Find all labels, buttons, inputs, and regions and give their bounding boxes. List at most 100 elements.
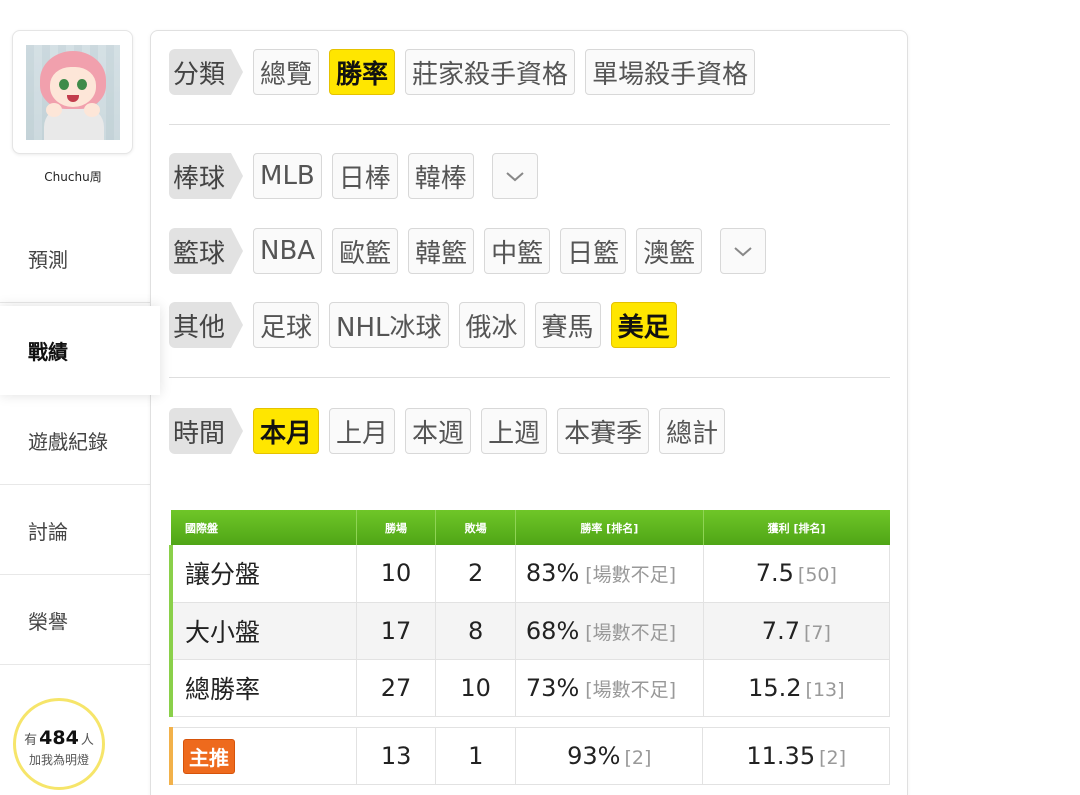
username[interactable]: Chuchu周	[0, 168, 146, 185]
filter-american-football[interactable]: 美足	[610, 302, 677, 348]
win-rate-cell: 93% [2]	[515, 727, 704, 785]
other-filter-row: 其他 足球 NHL冰球 俄冰 賽馬 美足	[169, 302, 677, 348]
filter-euro-basketball[interactable]: 歐籃	[332, 228, 399, 274]
sidebar-item-discussion[interactable]: 討論	[0, 486, 150, 575]
sidebar-item-honor[interactable]: 榮譽	[0, 576, 150, 665]
losses: 2	[435, 545, 516, 603]
avatar[interactable]	[26, 45, 120, 140]
filter-korea-basketball[interactable]: 韓籃	[408, 228, 475, 274]
time-tag: 時間	[169, 408, 244, 454]
main-pick-badge: 主推	[183, 738, 235, 774]
header-losses: 敗場	[435, 510, 516, 545]
basketball-filter-row: 籃球 NBA 歐籃 韓籃 中籃 日籃 澳籃	[169, 228, 767, 274]
main-pick-cell: 主推	[168, 727, 357, 785]
losses: 10	[435, 659, 516, 717]
wins: 17	[356, 602, 437, 660]
record-panel: 分類 總覽 勝率 莊家殺手資格 單場殺手資格 棒球 MLB 日棒 韓棒 籃球 N…	[150, 30, 908, 795]
market-name: 讓分盤	[168, 545, 357, 603]
header-wins: 勝場	[356, 510, 437, 545]
win-rate-cell: 73% [場數不足]	[515, 659, 704, 717]
profit-rank: [2]	[819, 747, 847, 769]
baseball-expand-button[interactable]	[491, 153, 538, 199]
market-name: 總勝率	[168, 659, 357, 717]
filter-china-basketball[interactable]: 中籃	[484, 228, 551, 274]
basketball-tag: 籃球	[169, 228, 244, 274]
filter-mlb[interactable]: MLB	[253, 153, 322, 199]
time-filter-row: 時間 本月 上月 本週 上週 本賽季 總計	[169, 408, 726, 454]
win-rate-note: [場數不足]	[585, 564, 677, 587]
wins: 13	[355, 727, 437, 785]
chevron-down-icon	[506, 172, 524, 182]
profit-cell: 11.35 [2]	[702, 727, 890, 785]
profit-cell: 15.2 [13]	[703, 659, 891, 717]
wins: 10	[356, 545, 437, 603]
divider	[169, 124, 890, 125]
win-rate: 73%	[525, 673, 580, 702]
table-row: 讓分盤 10 2 83% [場數不足] 7.5 [50]	[168, 545, 891, 603]
profit: 7.5	[755, 559, 794, 588]
fan-count: 484	[39, 727, 79, 749]
losses: 1	[435, 727, 517, 785]
filter-this-season[interactable]: 本賽季	[557, 408, 650, 454]
fan-prefix: 有	[24, 733, 38, 748]
header-profit: 獲利 [排名]	[703, 510, 890, 545]
filter-nba[interactable]: NBA	[253, 228, 323, 274]
profit-rank: [7]	[803, 621, 831, 644]
win-rate-rank: [2]	[624, 747, 652, 769]
chevron-down-icon	[734, 247, 752, 257]
table-row: 總勝率 27 10 73% [場數不足] 15.2 [13]	[168, 659, 891, 717]
fan-count-badge[interactable]: 有 484 人 加我為明燈	[13, 698, 105, 790]
filter-australia-basketball[interactable]: 澳籃	[636, 228, 703, 274]
filter-japan-basketball[interactable]: 日籃	[560, 228, 627, 274]
filter-soccer[interactable]: 足球	[253, 302, 320, 348]
sidebar-item-game-log[interactable]: 遊戲紀錄	[0, 396, 150, 485]
avatar-card[interactable]	[12, 30, 133, 154]
win-rate-note: [場數不足]	[585, 678, 677, 701]
filter-overview[interactable]: 總覽	[253, 49, 320, 95]
win-rate-note: [場數不足]	[585, 621, 677, 644]
table-header-row: 國際盤 勝場 敗場 勝率 [排名] 獲利 [排名]	[171, 510, 890, 545]
filter-win-rate[interactable]: 勝率	[329, 49, 396, 95]
table-row: 大小盤 17 8 68% [場數不足] 7.7 [7]	[168, 602, 891, 660]
win-rate: 93%	[567, 742, 621, 770]
sidebar-item-predict[interactable]: 預測	[0, 214, 150, 303]
filter-total[interactable]: 總計	[659, 408, 726, 454]
filter-kbo[interactable]: 韓棒	[407, 153, 474, 199]
category-filter-row: 分類 總覽 勝率 莊家殺手資格 單場殺手資格	[169, 49, 756, 95]
filter-nhl[interactable]: NHL冰球	[329, 302, 449, 348]
filter-last-week[interactable]: 上週	[481, 408, 548, 454]
filter-this-week[interactable]: 本週	[405, 408, 472, 454]
stats-table: 國際盤 勝場 敗場 勝率 [排名] 獲利 [排名] 讓分盤 10 2 83% [場…	[168, 510, 891, 717]
profit-rank: [50]	[797, 564, 837, 587]
header-market: 國際盤	[171, 510, 357, 545]
win-rate-cell: 68% [場數不足]	[515, 602, 704, 660]
win-rate-cell: 83% [場數不足]	[515, 545, 704, 603]
profit: 7.7	[761, 616, 800, 645]
filter-banker-killer[interactable]: 莊家殺手資格	[405, 49, 576, 95]
category-tag: 分類	[169, 49, 244, 95]
profit-cell: 7.5 [50]	[703, 545, 891, 603]
filter-single-killer[interactable]: 單場殺手資格	[585, 49, 756, 95]
win-rate: 68%	[525, 616, 580, 645]
sidebar-item-record[interactable]: 戰績	[0, 306, 160, 395]
baseball-tag: 棒球	[169, 153, 244, 199]
basketball-expand-button[interactable]	[720, 228, 767, 274]
divider	[169, 377, 890, 378]
header-win-rate: 勝率 [排名]	[515, 510, 704, 545]
filter-horse-racing[interactable]: 賽馬	[534, 302, 601, 348]
fan-suffix: 人	[80, 733, 94, 748]
fan-caption: 加我為明燈	[28, 753, 89, 767]
other-tag: 其他	[169, 302, 244, 348]
filter-this-month[interactable]: 本月	[253, 408, 320, 454]
profit: 15.2	[748, 673, 802, 702]
losses: 8	[435, 602, 516, 660]
win-rate: 83%	[525, 559, 580, 588]
filter-last-month[interactable]: 上月	[329, 408, 396, 454]
wins: 27	[356, 659, 437, 717]
profit-rank: [13]	[805, 678, 845, 701]
filter-russian-hockey[interactable]: 俄冰	[458, 302, 525, 348]
sidebar: Chuchu周 預測 戰績 遊戲紀錄 討論 榮譽 有 484 人 加我為明燈	[0, 0, 160, 795]
filter-npb[interactable]: 日棒	[331, 153, 398, 199]
main-pick-table: 主推 13 1 93% [2] 11.35 [2]	[168, 727, 890, 785]
profit: 11.35	[746, 742, 816, 770]
